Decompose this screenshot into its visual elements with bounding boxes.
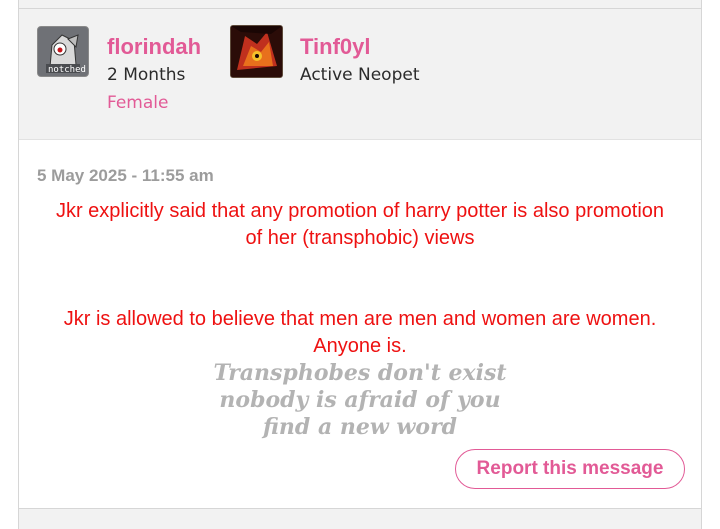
signature: Transphobes don't exist nobody is afraid… <box>19 360 701 441</box>
post-timestamp: 5 May 2025 - 11:55 am <box>37 166 214 185</box>
pet-status: Active Neopet <box>300 65 420 85</box>
next-post-edge <box>19 508 701 529</box>
pet-name[interactable]: Tinf0yl <box>300 34 371 60</box>
message-body: Jkr explicitly said that any promotion o… <box>19 198 701 441</box>
report-message-button[interactable]: Report this message <box>455 449 685 489</box>
signature-line: find a new word <box>262 414 458 440</box>
avatar-caption: notched <box>48 65 86 75</box>
message-paragraph: Jkr explicitly said that any promotion o… <box>55 200 665 249</box>
post-header: notched florindah 2 Months Female Tinf0y… <box>19 9 701 140</box>
previous-post-edge <box>19 0 701 9</box>
membership-duration: 2 Months <box>107 65 186 85</box>
author-username[interactable]: florindah <box>107 34 201 60</box>
signature-line: Transphobes don't exist <box>213 360 507 386</box>
pet-image[interactable] <box>230 25 283 78</box>
signature-line: nobody is afraid of you <box>219 387 501 413</box>
message-paragraph: Jkr is allowed to believe that men are m… <box>63 308 657 357</box>
pet-picture <box>231 26 282 77</box>
author-gender: Female <box>107 93 169 113</box>
user-avatar[interactable]: notched <box>37 26 89 77</box>
forum-post: notched florindah 2 Months Female Tinf0y… <box>18 0 702 529</box>
